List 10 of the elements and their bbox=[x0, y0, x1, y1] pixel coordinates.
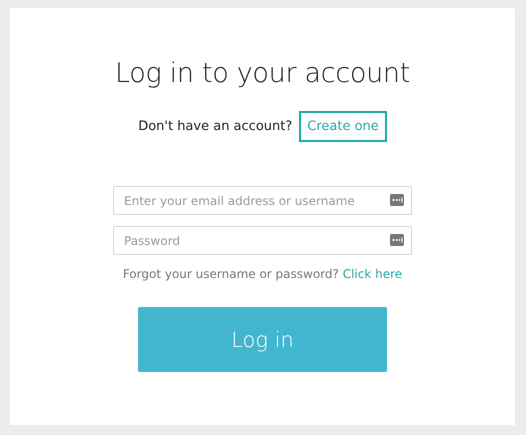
input-field[interactable]: Password bbox=[113, 226, 412, 255]
forgot-password-text: Forgot your username or password? Click here bbox=[122, 267, 402, 281]
signup-prompt: Don't have an account? bbox=[138, 119, 292, 134]
input-field[interactable]: Enter your email address or username bbox=[113, 186, 412, 215]
page-title: Log in to your account bbox=[114, 58, 410, 89]
password-manager-icon[interactable] bbox=[390, 234, 404, 246]
click-here-link[interactable]: Click here bbox=[342, 267, 402, 281]
create-account-link[interactable]: Create one bbox=[299, 111, 387, 142]
login-button[interactable]: Log in bbox=[138, 307, 387, 372]
password-manager-icon[interactable] bbox=[390, 194, 404, 206]
